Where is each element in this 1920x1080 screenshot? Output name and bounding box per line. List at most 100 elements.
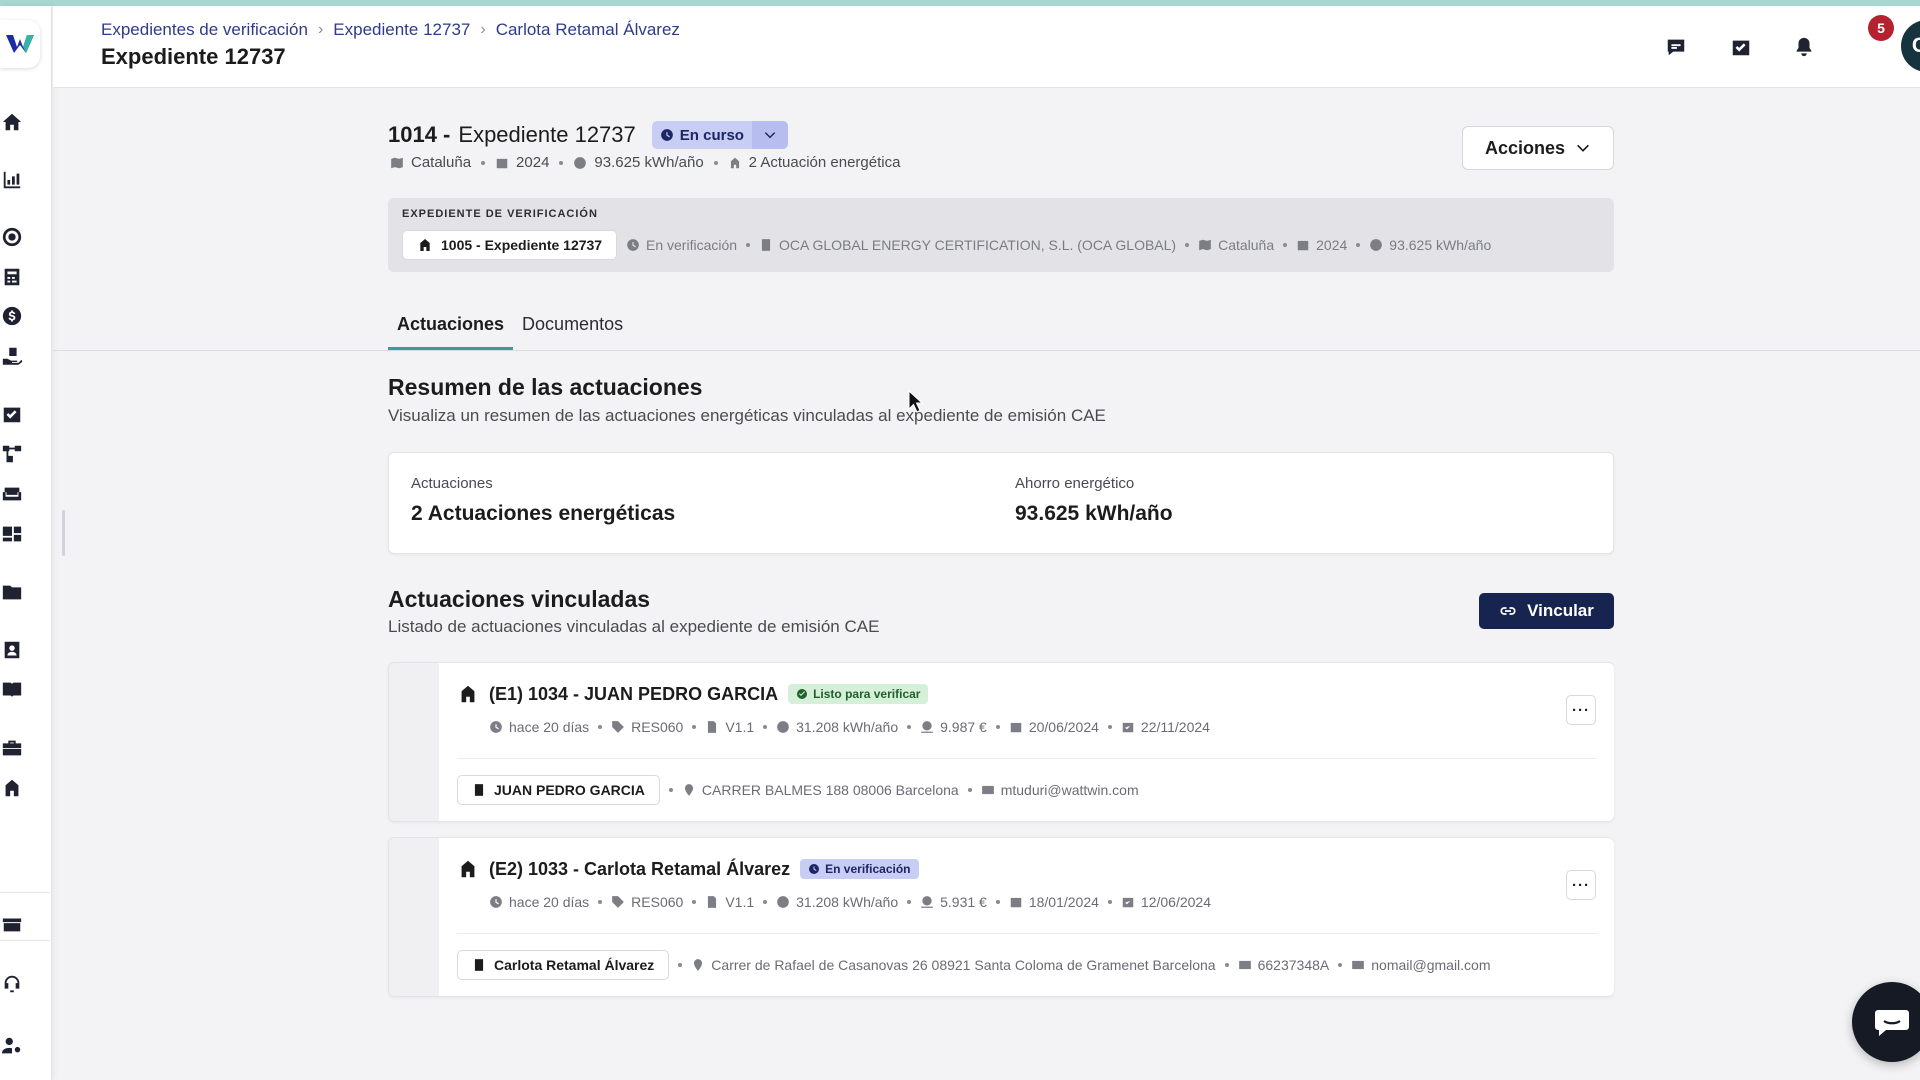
location-pin-icon xyxy=(691,958,705,972)
more-options-button[interactable]: ··· xyxy=(1566,695,1596,725)
clock-icon xyxy=(489,720,503,734)
verification-region: Cataluña xyxy=(1218,237,1275,253)
vincular-button[interactable]: Vincular xyxy=(1479,593,1614,629)
actuacion-card-body: (E1) 1034 - JUAN PEDRO GARCIA Listo para… xyxy=(439,663,1614,821)
building-icon xyxy=(461,860,475,878)
status-badge: Listo para verificar xyxy=(788,684,929,704)
mouse-cursor-icon xyxy=(908,389,924,419)
chat-icon[interactable] xyxy=(1663,34,1689,60)
status-dropdown[interactable]: En curso xyxy=(651,121,788,149)
tabs-divider xyxy=(53,350,1920,351)
building-icon xyxy=(420,239,430,251)
acciones-button[interactable]: Acciones xyxy=(1462,126,1614,170)
store-icon[interactable] xyxy=(0,912,24,936)
map-icon xyxy=(390,156,404,170)
folder-icon[interactable] xyxy=(0,580,24,604)
contacts-icon[interactable] xyxy=(0,638,24,662)
calendar-icon xyxy=(1296,238,1310,252)
building-icon xyxy=(461,685,475,703)
layout-icon[interactable] xyxy=(0,522,24,546)
summary-actuaciones-label: Actuaciones xyxy=(411,475,493,492)
calendar-check-icon xyxy=(1121,720,1135,734)
summary-actuaciones-value: 2 Actuaciones energéticas xyxy=(411,502,676,525)
clock-icon xyxy=(660,129,673,141)
mail-icon xyxy=(1351,958,1365,972)
chevron-down-icon xyxy=(1577,144,1589,152)
acciones-label: Acciones xyxy=(1484,137,1566,158)
more-options-button[interactable]: ··· xyxy=(1566,870,1596,900)
summary-ahorro-value: 93.625 kWh/año xyxy=(1015,502,1173,525)
sidebar xyxy=(0,6,52,1080)
chevron-down-icon[interactable] xyxy=(751,121,788,149)
toolbox-icon[interactable] xyxy=(0,736,24,760)
energy-icon xyxy=(776,895,790,909)
hand-holding-icon[interactable] xyxy=(0,344,24,368)
workflow-icon[interactable] xyxy=(0,442,24,466)
task-check-icon[interactable] xyxy=(1728,34,1754,60)
verification-company: OCA GLOBAL ENERGY CERTIFICATION, S.L. (O… xyxy=(779,237,1177,253)
id-card-icon xyxy=(1238,958,1252,972)
target-icon[interactable] xyxy=(0,225,24,249)
owner-chip[interactable]: Carlota Retamal Álvarez xyxy=(457,950,670,980)
breadcrumb-item-expediente[interactable]: Expediente 12737 xyxy=(333,20,470,40)
bell-icon[interactable] xyxy=(1791,34,1817,60)
avatar[interactable]: CR xyxy=(1901,20,1920,72)
summary-subtitle: Visualiza un resumen de las actuaciones … xyxy=(388,406,1106,425)
linked-title: Actuaciones vinculadas xyxy=(388,586,651,612)
expediente-meta: Cataluña 2024 93.625 kWh/año 2 Actuación… xyxy=(390,154,900,171)
tag-icon xyxy=(611,720,625,734)
verification-panel: EXPEDIENTE DE VERIFICACIÓN 1005 - Expedi… xyxy=(388,198,1614,272)
calendar-icon xyxy=(1009,895,1023,909)
task-check-icon[interactable] xyxy=(0,402,24,426)
location-pin-icon xyxy=(682,783,696,797)
status-badge: En verificación xyxy=(800,859,919,879)
clock-icon xyxy=(489,895,503,909)
energy-icon xyxy=(573,156,587,170)
office-icon xyxy=(759,238,773,252)
summary-card: Actuaciones 2 Actuaciones energéticas Ah… xyxy=(388,452,1614,554)
sidebar-divider xyxy=(0,892,50,893)
actuacion-title[interactable]: (E2) 1033 - Carlota Retamal Álvarez xyxy=(489,859,790,880)
book-icon[interactable] xyxy=(0,678,24,702)
headset-icon[interactable] xyxy=(0,972,24,996)
actuacion-meta: hace 20 días RES060 V1.1 31.208 kWh/año … xyxy=(489,894,1211,910)
money-icon xyxy=(920,895,934,909)
owner-chip[interactable]: JUAN PEDRO GARCIA xyxy=(457,775,660,805)
tab-documentos[interactable]: Documentos xyxy=(513,314,632,350)
breadcrumb-item-expedientes[interactable]: Expedientes de verificación xyxy=(101,20,308,40)
document-icon xyxy=(705,720,719,734)
clock-icon xyxy=(626,238,640,252)
calculator-icon[interactable] xyxy=(0,265,24,289)
page-title: Expediente 12737 xyxy=(101,44,286,69)
building-icon[interactable] xyxy=(0,776,24,800)
actuacion-title-row: (E2) 1033 - Carlota Retamal Álvarez En v… xyxy=(457,858,919,880)
dollar-icon[interactable] xyxy=(0,304,24,328)
breadcrumb-item-current[interactable]: Carlota Retamal Álvarez xyxy=(496,20,680,40)
map-icon xyxy=(1198,238,1212,252)
meta-year: 2024 xyxy=(516,154,550,171)
app-logo[interactable] xyxy=(0,20,40,68)
actuacion-title[interactable]: (E1) 1034 - JUAN PEDRO GARCIA xyxy=(489,684,778,705)
actuacion-meta: hace 20 días RES060 V1.1 31.208 kWh/año … xyxy=(489,719,1210,735)
expediente-name: Expediente 12737 xyxy=(458,122,636,147)
calendar-check-icon xyxy=(1121,895,1135,909)
actuacion-title-row: (E1) 1034 - JUAN PEDRO GARCIA Listo para… xyxy=(457,683,929,705)
actuacion-card[interactable]: (E2) 1033 - Carlota Retamal Álvarez En v… xyxy=(388,837,1614,997)
tab-actuaciones[interactable]: Actuaciones xyxy=(388,314,514,350)
user-settings-icon[interactable] xyxy=(0,1034,24,1058)
tab-bar: Actuaciones Documentos xyxy=(388,314,632,350)
sofa-icon[interactable] xyxy=(0,482,24,506)
calendar-icon xyxy=(1009,720,1023,734)
actuacion-card[interactable]: (E1) 1034 - JUAN PEDRO GARCIA Listo para… xyxy=(388,662,1614,822)
meta-actuaciones: 2 Actuación energética xyxy=(748,154,901,171)
meta-region: Cataluña xyxy=(411,154,472,171)
card-divider xyxy=(457,933,1597,934)
bar-chart-icon[interactable] xyxy=(0,168,24,192)
verification-status: En verificación xyxy=(646,237,738,253)
verification-chip[interactable]: 1005 - Expediente 12737 xyxy=(402,230,618,260)
sidebar-divider xyxy=(0,940,50,941)
home-icon[interactable] xyxy=(0,110,24,134)
link-icon xyxy=(1500,607,1516,615)
energy-icon xyxy=(1369,238,1383,252)
tag-icon xyxy=(611,895,625,909)
